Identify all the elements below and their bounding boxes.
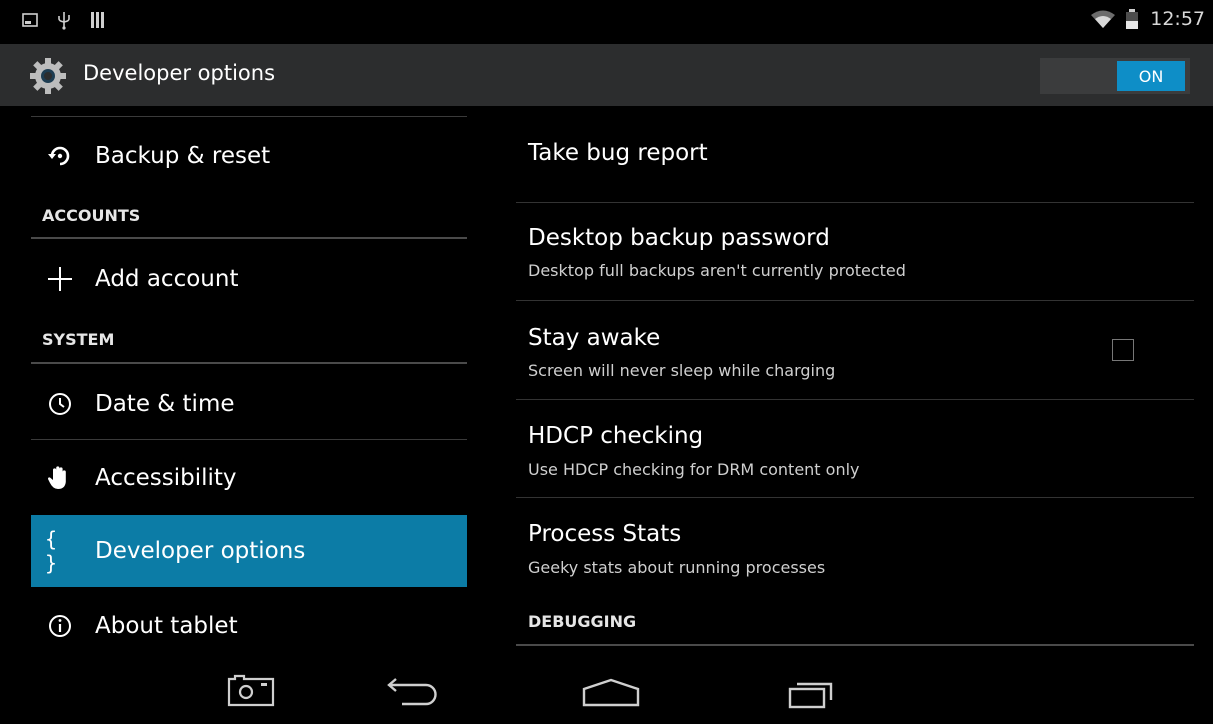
section-header-system: SYSTEM bbox=[42, 330, 115, 349]
usb-icon bbox=[58, 12, 70, 30]
action-bar: Developer options ON bbox=[0, 44, 1213, 106]
clock-icon bbox=[45, 389, 75, 419]
stay-awake-checkbox[interactable] bbox=[1112, 339, 1134, 361]
divider bbox=[31, 237, 467, 239]
setting-process-stats[interactable]: Process Stats Geeky stats about running … bbox=[516, 498, 1194, 594]
battery-charging-icon bbox=[1126, 9, 1139, 29]
braces-icon: { } bbox=[45, 527, 58, 575]
sidebar-item-label: Backup & reset bbox=[95, 143, 271, 169]
divider bbox=[31, 439, 467, 440]
sidebar-item-backup-reset[interactable]: Backup & reset bbox=[31, 120, 467, 192]
screenshot-nav-icon[interactable] bbox=[226, 674, 276, 708]
setting-stay-awake[interactable]: Stay awake Screen will never sleep while… bbox=[516, 301, 1194, 399]
recents-icon[interactable] bbox=[787, 678, 835, 710]
setting-hdcp-checking[interactable]: HDCP checking Use HDCP checking for DRM … bbox=[516, 400, 1194, 497]
setting-subtitle: Desktop full backups aren't currently pr… bbox=[528, 261, 906, 280]
clock-time: 12:57 bbox=[1150, 8, 1205, 30]
setting-title: Take bug report bbox=[528, 140, 708, 166]
status-bar: 12:57 bbox=[0, 0, 1213, 44]
setting-subtitle: Screen will never sleep while charging bbox=[528, 361, 836, 380]
wifi-icon bbox=[1091, 10, 1116, 28]
setting-take-bug-report[interactable]: Take bug report bbox=[516, 116, 1194, 202]
status-icons-left bbox=[22, 10, 106, 30]
sidebar-item-label: Date & time bbox=[95, 391, 235, 417]
developer-options-toggle[interactable]: ON bbox=[1040, 58, 1190, 94]
sidebar-item-label: Accessibility bbox=[95, 465, 237, 491]
sidebar-item-about-tablet[interactable]: About tablet bbox=[31, 590, 467, 662]
sidebar-item-label: About tablet bbox=[95, 613, 238, 639]
backup-restore-icon bbox=[45, 141, 75, 171]
sidebar-item-add-account[interactable]: Add account bbox=[31, 243, 467, 315]
sidebar-item-date-time[interactable]: Date & time bbox=[31, 368, 467, 440]
toggle-on-label[interactable]: ON bbox=[1117, 61, 1185, 91]
section-header-debugging: DEBUGGING bbox=[528, 612, 637, 631]
sidebar-item-accessibility[interactable]: Accessibility bbox=[31, 442, 467, 514]
setting-title: Process Stats bbox=[528, 521, 682, 547]
divider bbox=[31, 116, 467, 117]
settings-gear-icon[interactable] bbox=[28, 56, 68, 96]
navigation-bar bbox=[0, 656, 1213, 724]
setting-title: Desktop backup password bbox=[528, 225, 830, 251]
storage-icon bbox=[91, 12, 104, 28]
plus-icon bbox=[45, 264, 75, 294]
screenshot-icon bbox=[22, 13, 38, 27]
home-icon[interactable] bbox=[582, 678, 640, 708]
setting-desktop-backup-password[interactable]: Desktop backup password Desktop full bac… bbox=[516, 203, 1194, 300]
status-icons-right: 12:57 bbox=[1090, 8, 1205, 30]
setting-title: HDCP checking bbox=[528, 423, 704, 449]
divider bbox=[31, 362, 467, 364]
divider bbox=[516, 644, 1194, 646]
page-title: Developer options bbox=[83, 61, 276, 85]
hand-icon bbox=[45, 463, 75, 493]
sidebar-item-developer-options[interactable]: { } Developer options bbox=[31, 515, 467, 587]
back-icon[interactable] bbox=[386, 676, 438, 710]
setting-subtitle: Geeky stats about running processes bbox=[528, 558, 826, 577]
sidebar-item-label: Developer options bbox=[95, 538, 306, 564]
info-icon bbox=[45, 611, 75, 641]
section-header-accounts: ACCOUNTS bbox=[42, 206, 141, 225]
sidebar-item-label: Add account bbox=[95, 266, 239, 292]
setting-subtitle: Use HDCP checking for DRM content only bbox=[528, 460, 860, 479]
setting-title: Stay awake bbox=[528, 325, 661, 351]
